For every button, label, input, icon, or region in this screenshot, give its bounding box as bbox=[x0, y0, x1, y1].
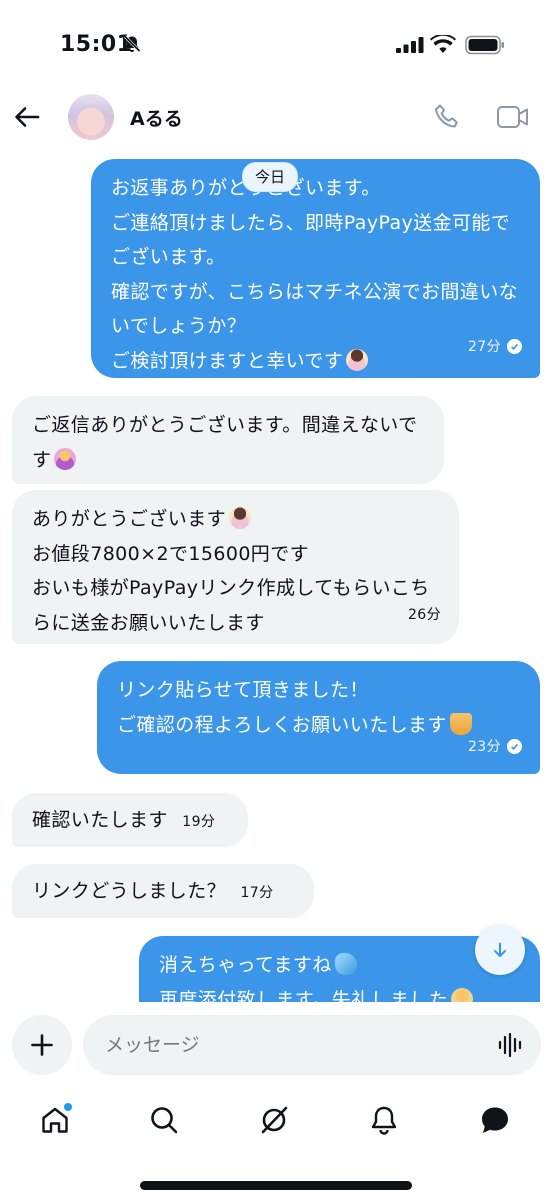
nav-search[interactable] bbox=[146, 1102, 182, 1138]
message-bubble-incoming[interactable]: リンクどうしました？ 17分 bbox=[12, 864, 314, 918]
voice-message-icon[interactable] bbox=[497, 1031, 525, 1059]
read-check-icon bbox=[507, 739, 522, 755]
status-bar: 15:01 bbox=[0, 0, 552, 86]
message-text: ありがとうございます bbox=[32, 508, 227, 530]
plus-icon bbox=[31, 1034, 53, 1056]
message-time: 27分 bbox=[467, 338, 501, 355]
ok-gesture-person-emoji bbox=[54, 447, 77, 470]
message-text: 確認いたします bbox=[32, 809, 168, 831]
bottom-navigation bbox=[0, 1088, 552, 1154]
message-meta: 27分 bbox=[468, 330, 522, 365]
chat-header: Aるる bbox=[0, 86, 552, 152]
add-attachment-button[interactable] bbox=[12, 1015, 72, 1075]
message-text: お返事ありがとうございます。 ご連絡頂けましたら、即時PayPay送金可能でござ… bbox=[111, 177, 519, 372]
sweat-droplets-emoji bbox=[334, 953, 357, 975]
battery-icon bbox=[465, 35, 504, 55]
nav-home[interactable] bbox=[37, 1102, 73, 1138]
avatar[interactable] bbox=[68, 94, 114, 140]
message-composer bbox=[0, 1002, 552, 1088]
message-text: リンクどうしました？ bbox=[32, 880, 227, 902]
message-input[interactable] bbox=[83, 1015, 541, 1075]
message-text-continued: お値段7800×2で15600円です おいも様がPayPayリンク作成してもらい… bbox=[32, 542, 430, 634]
home-indicator bbox=[140, 1181, 412, 1190]
contact-name[interactable]: Aるる bbox=[130, 104, 183, 131]
message-text: リンク貼らせて頂きました！ ご確認の程よろしくお願いいたします bbox=[117, 679, 447, 736]
message-bubble-outgoing[interactable]: お返事ありがとうございます。 ご連絡頂けましたら、即時PayPay送金可能でござ… bbox=[91, 159, 540, 378]
search-icon bbox=[151, 1107, 178, 1134]
arrow-down-icon bbox=[494, 942, 506, 957]
nav-grok[interactable] bbox=[256, 1102, 292, 1138]
nav-messages[interactable] bbox=[477, 1102, 513, 1138]
date-divider: 今日 bbox=[242, 162, 299, 192]
cellular-signal-icon bbox=[396, 37, 424, 53]
grok-icon bbox=[261, 1106, 288, 1134]
message-time: 23分 bbox=[467, 738, 501, 755]
bell-icon bbox=[371, 1106, 397, 1135]
messages-bubble-icon bbox=[482, 1107, 508, 1133]
message-time: 17分 bbox=[240, 885, 274, 901]
back-arrow-icon[interactable] bbox=[12, 102, 42, 132]
wifi-icon bbox=[430, 35, 456, 53]
message-bubble-incoming[interactable]: ありがとうございますお値段7800×2で15600円です おいも様がPayPay… bbox=[12, 490, 459, 644]
bowing-person-emoji bbox=[451, 987, 474, 1002]
bowing-person-emoji bbox=[229, 507, 252, 529]
message-bubble-incoming[interactable]: 確認いたします 19分 bbox=[12, 793, 248, 847]
message-time: 19分 bbox=[182, 814, 216, 830]
scroll-to-bottom-button[interactable] bbox=[475, 925, 525, 975]
message-bubble-incoming[interactable]: ご返信ありがとうございます。間違えないです bbox=[12, 396, 444, 484]
message-bubble-outgoing[interactable]: リンク貼らせて頂きました！ ご確認の程よろしくお願いいたします 23分 bbox=[97, 661, 540, 774]
bell-off-icon bbox=[123, 35, 141, 53]
bowing-person-emoji bbox=[346, 348, 369, 371]
notification-dot bbox=[64, 1103, 72, 1111]
video-call-icon[interactable] bbox=[496, 104, 530, 130]
message-time: 26分 bbox=[407, 606, 441, 623]
read-check-icon bbox=[507, 339, 522, 355]
nav-notifications[interactable] bbox=[366, 1102, 402, 1138]
message-text-continued: 再度添付致します。失礼しました bbox=[159, 988, 449, 1003]
message-text: 消えちゃってますね bbox=[159, 954, 332, 976]
message-list[interactable]: お返事ありがとうございます。 ご連絡頂けましたら、即時PayPay送金可能でござ… bbox=[0, 152, 552, 1002]
message-meta: 26分 bbox=[408, 598, 441, 633]
message-meta: 23分 bbox=[468, 730, 522, 765]
message-text: ご返信ありがとうございます。間違えないです bbox=[32, 414, 418, 471]
phone-call-icon[interactable] bbox=[432, 102, 462, 132]
